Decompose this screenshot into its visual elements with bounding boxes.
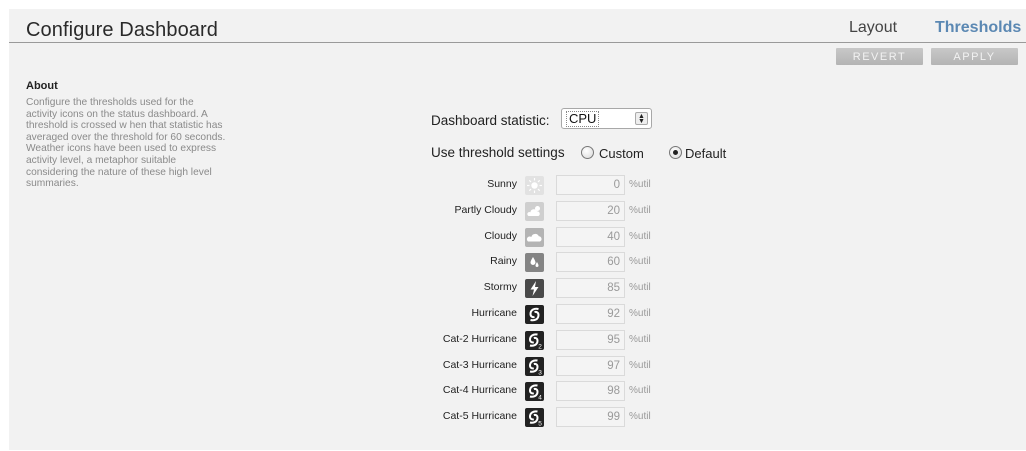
select-arrows-icon: ▲ ▼ <box>635 112 648 125</box>
custom-radio[interactable] <box>581 146 594 159</box>
threshold-row: Cat-4 Hurricane 4 98 %util <box>0 380 1026 404</box>
threshold-input[interactable]: 92 <box>556 304 625 324</box>
threshold-unit: %util <box>629 411 651 423</box>
tab-layout[interactable]: Layout <box>849 19 897 37</box>
threshold-label: Cat-3 Hurricane <box>442 358 517 371</box>
threshold-row: Stormy 85 %util <box>0 277 1026 301</box>
threshold-row: Hurricane 92 %util <box>0 303 1026 327</box>
rainy-icon <box>525 253 544 273</box>
threshold-unit: %util <box>629 333 651 345</box>
threshold-input[interactable]: 95 <box>556 329 625 350</box>
threshold-label: Stormy <box>483 281 517 294</box>
threshold-row: Sunny 0 %util <box>0 174 1026 198</box>
dashboard-statistic-label: Dashboard statistic: <box>431 113 550 128</box>
threshold-input[interactable]: 85 <box>556 278 625 299</box>
threshold-row: Cat-5 Hurricane 5 99 %util <box>0 406 1026 430</box>
dashboard-statistic-select[interactable]: CPU ▲ ▼ <box>561 108 652 129</box>
threshold-input[interactable]: 99 <box>556 407 625 428</box>
cat-3-hurricane-icon: 3 <box>525 356 544 376</box>
threshold-label: Cat-5 Hurricane <box>442 410 517 423</box>
threshold-input[interactable]: 97 <box>556 355 625 376</box>
threshold-label: Sunny <box>487 178 517 190</box>
threshold-unit: %util <box>629 308 651 319</box>
page-title: Configure Dashboard <box>26 19 219 41</box>
threshold-input[interactable]: 20 <box>556 200 625 221</box>
apply-button[interactable]: APPLY <box>931 48 1018 65</box>
threshold-input[interactable]: 0 <box>556 175 625 195</box>
threshold-row: Cat-2 Hurricane 2 95 %util <box>0 329 1026 353</box>
threshold-row: Partly Cloudy 20 %util <box>0 200 1026 224</box>
partly-cloudy-icon <box>525 201 544 221</box>
threshold-row: Cat-3 Hurricane 3 97 %util <box>0 355 1026 379</box>
threshold-unit: %util <box>629 179 651 190</box>
hurricane-icon <box>525 305 544 324</box>
threshold-unit: %util <box>629 230 651 242</box>
revert-button[interactable]: REVERT <box>836 48 923 65</box>
svg-text:5: 5 <box>538 421 542 428</box>
dashboard-statistic-value: CPU <box>566 111 600 127</box>
cloudy-icon <box>525 227 544 247</box>
threshold-input[interactable]: 40 <box>556 226 625 247</box>
threshold-unit: %util <box>629 359 651 371</box>
svg-text:4: 4 <box>538 395 542 402</box>
threshold-label: Cat-2 Hurricane <box>442 332 517 345</box>
threshold-label: Cloudy <box>484 229 517 242</box>
threshold-label: Rainy <box>490 255 517 268</box>
default-radio[interactable] <box>669 146 682 159</box>
svg-text:2: 2 <box>538 343 542 350</box>
default-radio-label[interactable]: Default <box>685 146 726 161</box>
use-threshold-label: Use threshold settings <box>431 145 565 160</box>
threshold-input[interactable]: 60 <box>556 252 625 273</box>
threshold-row: Rainy 60 %util <box>0 251 1026 275</box>
custom-radio-label[interactable]: Custom <box>599 146 644 161</box>
stormy-icon <box>525 279 544 299</box>
threshold-unit: %util <box>629 204 651 216</box>
about-heading: About <box>26 80 58 92</box>
svg-text:3: 3 <box>538 369 542 376</box>
threshold-row: Cloudy 40 %util <box>0 226 1026 250</box>
threshold-label: Hurricane <box>471 307 517 319</box>
sunny-icon <box>525 176 544 195</box>
threshold-label: Partly Cloudy <box>454 203 517 216</box>
threshold-unit: %util <box>629 282 651 294</box>
cat-5-hurricane-icon: 5 <box>525 408 544 428</box>
threshold-input[interactable]: 98 <box>556 381 625 402</box>
cat-4-hurricane-icon: 4 <box>525 382 544 402</box>
title-divider <box>9 42 1026 43</box>
threshold-unit: %util <box>629 256 651 268</box>
cat-2-hurricane-icon: 2 <box>525 330 544 350</box>
threshold-label: Cat-4 Hurricane <box>442 384 517 397</box>
tab-thresholds[interactable]: Thresholds <box>935 19 1021 37</box>
threshold-unit: %util <box>629 385 651 397</box>
